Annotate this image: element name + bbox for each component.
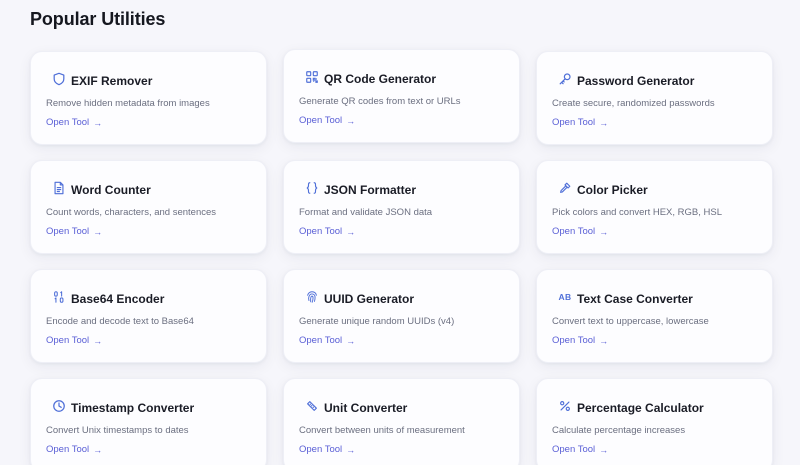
tool-card-color-picker[interactable]: Color Picker Pick colors and convert HEX… — [536, 160, 773, 254]
tool-card-qr-code-generator[interactable]: QR Code Generator Generate QR codes from… — [283, 49, 520, 143]
tool-description: Format and validate JSON data — [299, 207, 433, 218]
open-tool-link[interactable]: Open Tool → — [552, 117, 608, 128]
tool-description: Pick colors and convert HEX, RGB, HSL — [552, 207, 723, 218]
tool-description: Convert between units of measurement — [299, 425, 465, 436]
tool-description: Convert Unix timestamps to dates — [46, 425, 189, 436]
tool-description: Generate QR codes from text or URLs — [299, 96, 461, 107]
arrow-right-icon: → — [346, 115, 356, 126]
tool-description: Remove hidden metadata from images — [46, 98, 210, 109]
document-icon — [52, 181, 66, 195]
page-title: Popular Utilities — [30, 9, 166, 29]
tool-description: Generate unique random UUIDs (v4) — [299, 316, 455, 327]
tool-title: Text Case Converter — [577, 292, 693, 306]
tool-title: Timestamp Converter — [71, 401, 195, 415]
tool-card-json-formatter[interactable]: JSON Formatter Format and validate JSON … — [283, 160, 520, 254]
tool-description: Encode and decode text to Base64 — [46, 316, 194, 327]
tool-card-base64-encoder[interactable]: Base64 Encoder Encode and decode text to… — [30, 269, 267, 363]
tool-title: Color Picker — [577, 183, 648, 197]
open-tool-link[interactable]: Open Tool → — [46, 117, 102, 128]
tool-description: Create secure, randomized passwords — [552, 98, 715, 109]
open-tool-label: Open Tool — [299, 115, 343, 126]
key-icon — [558, 72, 572, 86]
clock-icon — [52, 399, 66, 413]
tool-title: UUID Generator — [324, 292, 415, 306]
binary-icon — [52, 290, 66, 304]
arrow-right-icon: → — [346, 444, 356, 455]
open-tool-label: Open Tool — [299, 226, 343, 237]
tool-title: Percentage Calculator — [577, 401, 704, 415]
open-tool-link[interactable]: Open Tool → — [299, 335, 355, 346]
tool-title: Password Generator — [577, 74, 695, 88]
tool-title: QR Code Generator — [324, 72, 437, 86]
open-tool-link[interactable]: Open Tool → — [46, 444, 102, 455]
open-tool-label: Open Tool — [552, 444, 596, 455]
tool-card-timestamp-converter[interactable]: Timestamp Converter Convert Unix timesta… — [30, 378, 267, 465]
arrow-right-icon: → — [93, 444, 103, 455]
tool-description: Count words, characters, and sentences — [46, 207, 217, 218]
tool-card-word-counter[interactable]: Word Counter Count words, characters, an… — [30, 160, 267, 254]
open-tool-link[interactable]: Open Tool → — [552, 444, 608, 455]
open-tool-link[interactable]: Open Tool → — [46, 335, 102, 346]
tools-grid: EXIF Remover Remove hidden metadata from… — [30, 49, 775, 465]
open-tool-label: Open Tool — [552, 117, 596, 128]
open-tool-label: Open Tool — [299, 444, 343, 455]
open-tool-label: Open Tool — [552, 335, 596, 346]
open-tool-label: Open Tool — [46, 117, 90, 128]
arrow-right-icon: → — [93, 117, 103, 128]
open-tool-label: Open Tool — [46, 444, 90, 455]
ruler-icon — [305, 399, 319, 413]
tool-card-password-generator[interactable]: Password Generator Create secure, random… — [536, 51, 773, 145]
qr-code-icon — [305, 70, 319, 84]
fingerprint-icon — [305, 290, 319, 304]
percent-icon — [558, 399, 572, 413]
open-tool-label: Open Tool — [299, 335, 343, 346]
tool-title: Word Counter — [71, 183, 151, 197]
arrow-right-icon: → — [599, 117, 609, 128]
arrow-right-icon: → — [599, 444, 609, 455]
open-tool-link[interactable]: Open Tool → — [299, 115, 355, 126]
arrow-right-icon: → — [346, 226, 356, 237]
open-tool-label: Open Tool — [46, 335, 90, 346]
open-tool-link[interactable]: Open Tool → — [299, 444, 355, 455]
tool-card-text-case-converter[interactable]: AB Text Case Converter Convert text to u… — [536, 269, 773, 363]
braces-icon — [305, 181, 319, 195]
open-tool-label: Open Tool — [46, 226, 90, 237]
tool-card-unit-converter[interactable]: Unit Converter Convert between units of … — [283, 378, 520, 465]
open-tool-link[interactable]: Open Tool → — [299, 226, 355, 237]
tool-title: JSON Formatter — [324, 183, 417, 197]
arrow-right-icon: → — [599, 335, 609, 346]
tool-title: EXIF Remover — [71, 74, 153, 88]
arrow-right-icon: → — [599, 226, 609, 237]
tool-description: Convert text to uppercase, lowercase — [552, 316, 709, 327]
open-tool-link[interactable]: Open Tool → — [46, 226, 102, 237]
tool-description: Calculate percentage increases — [552, 425, 686, 436]
eyedropper-icon — [558, 181, 572, 195]
tool-title: Unit Converter — [324, 401, 408, 415]
arrow-right-icon: → — [93, 226, 103, 237]
open-tool-link[interactable]: Open Tool → — [552, 226, 608, 237]
text-case-icon: AB — [558, 292, 572, 302]
arrow-right-icon: → — [93, 335, 103, 346]
tool-title: Base64 Encoder — [71, 292, 165, 306]
open-tool-link[interactable]: Open Tool → — [552, 335, 608, 346]
tool-card-percentage-calculator[interactable]: Percentage Calculator Calculate percenta… — [536, 378, 773, 465]
open-tool-label: Open Tool — [552, 226, 596, 237]
utilities-page: Popular Utilities EXIF Remover Remove hi… — [0, 0, 800, 465]
tool-card-exif-remover[interactable]: EXIF Remover Remove hidden metadata from… — [30, 51, 267, 145]
shield-icon — [52, 72, 66, 86]
tool-card-uuid-generator[interactable]: UUID Generator Generate unique random UU… — [283, 269, 520, 363]
arrow-right-icon: → — [346, 335, 356, 346]
